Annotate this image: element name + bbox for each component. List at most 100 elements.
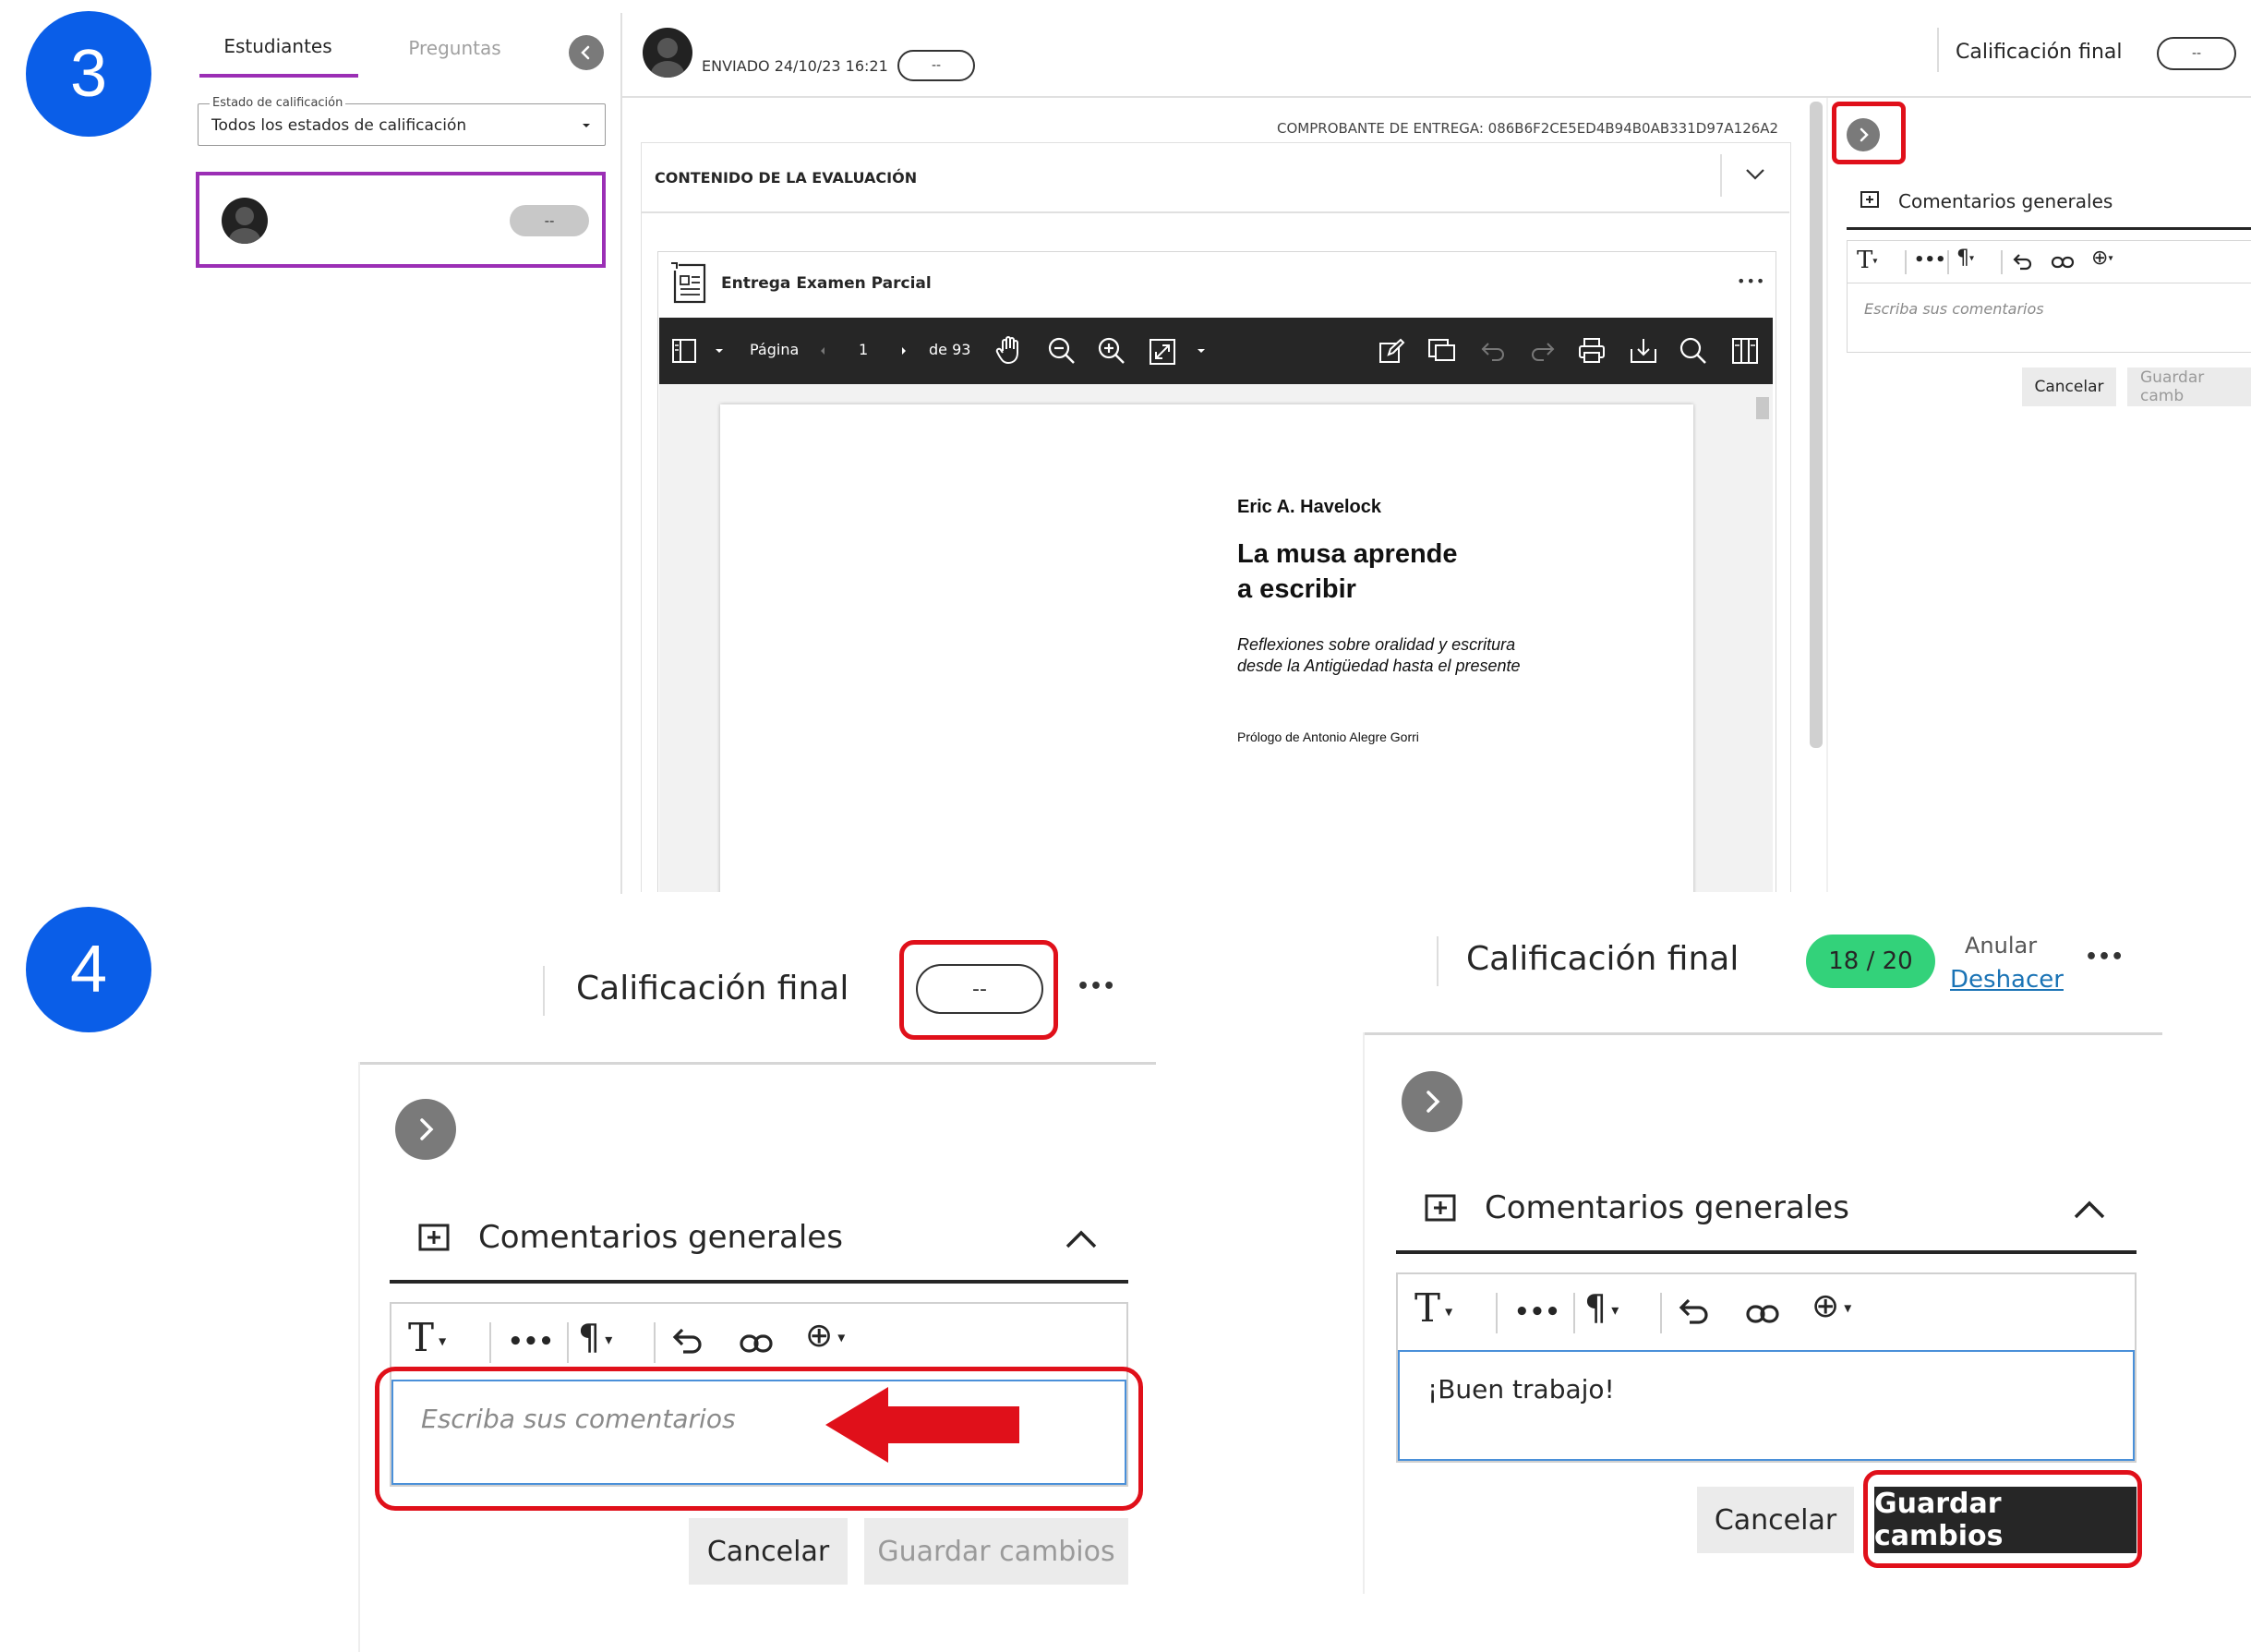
- chevron-down-icon[interactable]: [1197, 347, 1206, 355]
- grading-status-select[interactable]: Estado de calificación Todos los estados…: [198, 96, 606, 146]
- doc-prologue: Prólogo de Antonio Alegre Gorri: [1237, 730, 1419, 744]
- more-format-button[interactable]: •••: [1914, 250, 1946, 270]
- text-format-icon[interactable]: T▾: [1857, 247, 1877, 274]
- text-format-icon[interactable]: T ▾: [1414, 1285, 1452, 1331]
- highlight-expand-button: [1832, 102, 1906, 164]
- attempt-grade-value: --: [931, 58, 942, 73]
- final-grade-value: 18 / 20: [1828, 947, 1913, 975]
- zoom-out-icon[interactable]: [1047, 336, 1077, 366]
- expand-panel-button[interactable]: [1402, 1071, 1463, 1132]
- text-format-icon[interactable]: T ▾: [408, 1315, 446, 1360]
- final-grade-badge[interactable]: 18 / 20: [1806, 935, 1935, 988]
- chevron-right-icon: [1426, 1091, 1440, 1113]
- grade-header-divider: [1437, 936, 1438, 986]
- columns-icon[interactable]: [1730, 336, 1760, 366]
- redo-icon[interactable]: [1529, 338, 1557, 364]
- chevron-up-icon[interactable]: [1064, 1228, 1099, 1250]
- chevron-up-icon[interactable]: [2072, 1199, 2107, 1221]
- undo-link[interactable]: Deshacer: [1950, 966, 2064, 994]
- submission-receipt: COMPROBANTE DE ENTREGA: 086B6F2CE5ED4B94…: [1277, 120, 1779, 137]
- editor-toolbar: T ▾ ••• ¶ ▾ ⊕ ▾: [1398, 1274, 2135, 1348]
- highlight-grade-pill: [899, 940, 1058, 1040]
- cancel-button[interactable]: Cancelar: [689, 1518, 848, 1585]
- final-grade-value: --: [2191, 46, 2202, 61]
- save-button[interactable]: Guardar camb: [2127, 368, 2251, 406]
- paragraph-icon[interactable]: ¶ ▾: [1584, 1287, 1619, 1328]
- plus-circle-icon[interactable]: ⊕▾: [2091, 247, 2113, 270]
- avatar-icon: [651, 38, 684, 78]
- feedback-section-title[interactable]: Comentarios generales: [1485, 1189, 1849, 1226]
- search-icon[interactable]: [1679, 336, 1708, 366]
- grading-status-value: Todos los estados de calificación: [211, 116, 467, 135]
- cancel-button[interactable]: Cancelar: [2022, 368, 2116, 406]
- annotate-icon[interactable]: [1378, 338, 1405, 366]
- arrow-left-icon: [825, 1387, 1019, 1463]
- feedback-title-underline: [390, 1280, 1128, 1284]
- undo-icon[interactable]: [670, 1326, 705, 1357]
- paragraph-icon[interactable]: ¶▾: [1956, 247, 1974, 270]
- toolbar-separator: [567, 1322, 569, 1363]
- feedback-section-title[interactable]: Comentarios generales: [1898, 190, 2113, 212]
- feedback-section-title[interactable]: Comentarios generales: [478, 1219, 843, 1256]
- more-format-button[interactable]: •••: [508, 1328, 554, 1356]
- feedback-placeholder[interactable]: Escriba sus comentarios: [1864, 300, 2044, 318]
- comment-icon[interactable]: [1427, 336, 1457, 366]
- add-comment-icon: [1425, 1194, 1456, 1222]
- chevron-left-icon[interactable]: [818, 345, 827, 356]
- link-icon[interactable]: [1745, 1302, 1780, 1326]
- step4-right-border-left: [1363, 1032, 1365, 1594]
- pdf-viewport[interactable]: Eric A. Havelock La musa aprende a escri…: [659, 384, 1773, 892]
- expand-panel-button[interactable]: [395, 1099, 456, 1160]
- page-number[interactable]: 1: [859, 341, 868, 358]
- doc-author: Eric A. Havelock: [1237, 497, 1382, 517]
- cancel-button[interactable]: Cancelar: [1697, 1487, 1854, 1553]
- fullscreen-icon[interactable]: [1149, 338, 1176, 366]
- student-row[interactable]: --: [196, 172, 606, 268]
- submitter-avatar: [643, 28, 692, 78]
- paragraph-icon[interactable]: ¶ ▾: [578, 1317, 612, 1357]
- grade-more-button[interactable]: •••: [2085, 946, 2124, 969]
- sidebar-toggle-icon[interactable]: [670, 338, 698, 364]
- avatar: [222, 198, 268, 244]
- grade-more-button[interactable]: •••: [1077, 975, 1115, 998]
- plus-circle-icon[interactable]: ⊕ ▾: [1812, 1287, 1851, 1325]
- zoom-in-icon[interactable]: [1097, 336, 1126, 366]
- tab-questions[interactable]: Preguntas: [388, 37, 522, 74]
- final-grade-pill[interactable]: --: [2157, 37, 2236, 70]
- link-icon[interactable]: [739, 1332, 774, 1356]
- hand-icon[interactable]: [995, 334, 1025, 366]
- undo-icon[interactable]: [2012, 252, 2034, 272]
- tab-questions-label: Preguntas: [408, 37, 501, 59]
- student-grade-pill: --: [510, 205, 589, 236]
- feedback-editor-right: T ▾ ••• ¶ ▾ ⊕ ▾ ¡Buen trabajo!: [1396, 1272, 2137, 1463]
- toolbar-separator: [1947, 250, 1949, 274]
- pdf-scrollbar[interactable]: [1756, 397, 1769, 419]
- link-icon[interactable]: [2051, 254, 2075, 271]
- chevron-down-icon[interactable]: [715, 347, 724, 355]
- feedback-comment-text: ¡Buen trabajo!: [1427, 1374, 1615, 1405]
- step4-left-border-left: [358, 1062, 360, 1652]
- more-format-button[interactable]: •••: [1514, 1298, 1560, 1326]
- print-icon[interactable]: [1577, 336, 1607, 366]
- save-button[interactable]: Guardar cambios: [864, 1518, 1128, 1585]
- page-label: Página: [750, 341, 800, 358]
- feedback-textarea[interactable]: ¡Buen trabajo!: [1398, 1350, 2135, 1461]
- feedback-editor-small: T▾ ••• ¶▾ ⊕▾ Escriba sus comentarios: [1847, 240, 2251, 353]
- chevron-right-icon[interactable]: [899, 345, 909, 356]
- plus-circle-icon[interactable]: ⊕ ▾: [805, 1317, 845, 1355]
- highlight-save-button: [1863, 1470, 2142, 1568]
- undo-icon[interactable]: [1677, 1296, 1712, 1328]
- file-more-button[interactable]: •••: [1737, 272, 1765, 290]
- tab-students[interactable]: Estudiantes: [199, 35, 356, 76]
- toolbar-separator: [1573, 1293, 1575, 1333]
- page-scrollbar[interactable]: [1810, 102, 1823, 748]
- document-icon: [671, 262, 706, 304]
- chevron-down-icon[interactable]: [1744, 167, 1766, 182]
- collapse-panel-button[interactable]: [569, 35, 604, 70]
- undo-icon[interactable]: [1479, 338, 1507, 364]
- attempt-grade-pill[interactable]: --: [897, 50, 975, 81]
- chevron-down-icon: [583, 124, 590, 127]
- download-icon[interactable]: [1629, 336, 1658, 366]
- add-comment-icon: [1860, 191, 1879, 208]
- step-4-badge: 4: [26, 907, 151, 1032]
